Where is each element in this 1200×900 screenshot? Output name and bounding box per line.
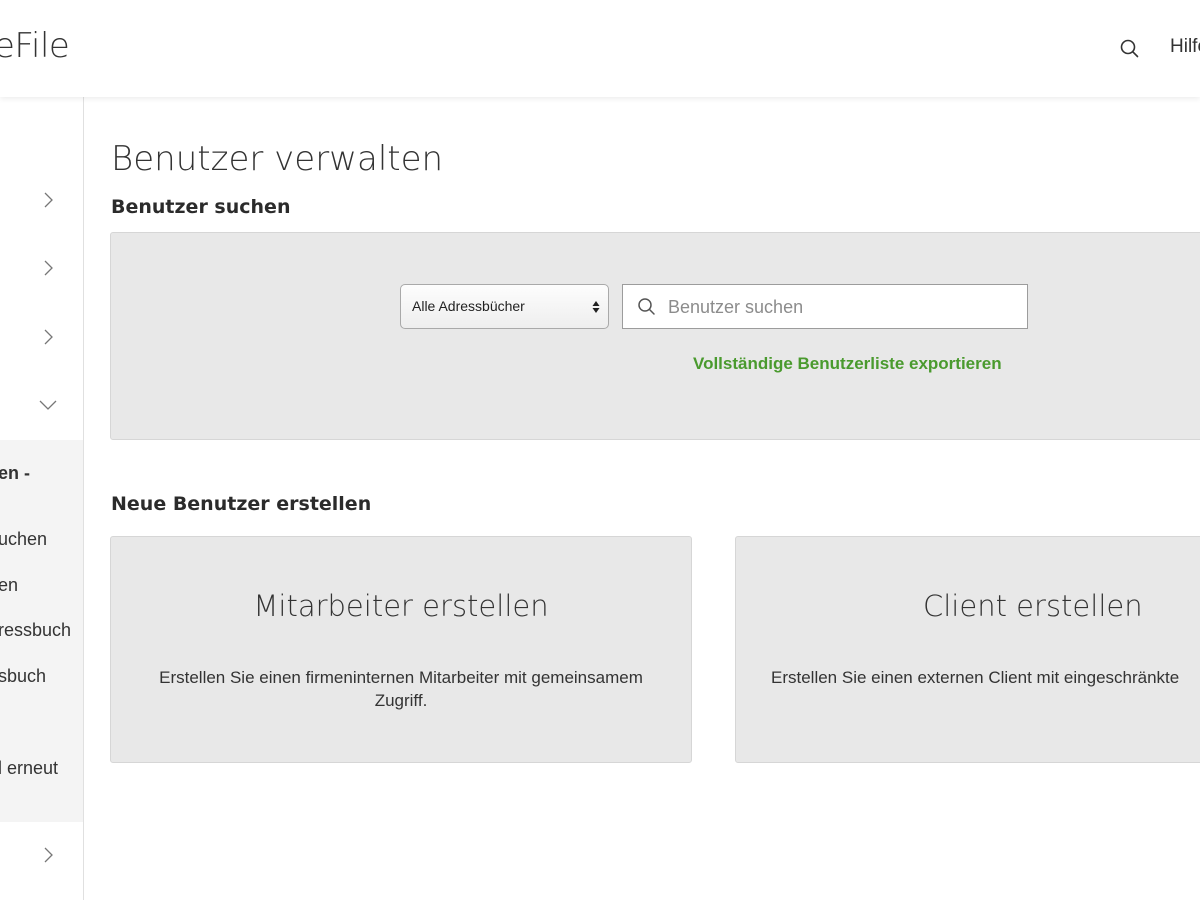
user-search-panel: Alle Adressbücher Benutzer suchen Vollst… — [110, 232, 1200, 440]
card-title: Client erstellen — [923, 589, 1143, 623]
sidebar-item[interactable]: uchen — [0, 529, 47, 550]
top-bar: eFile Hilfe — [0, 0, 1200, 97]
chevron-down-icon[interactable] — [38, 395, 58, 415]
app-logo[interactable]: eFile — [0, 26, 70, 66]
user-search-input[interactable]: Benutzer suchen — [622, 284, 1028, 329]
search-icon — [638, 298, 655, 315]
sidebar-item[interactable]: en — [0, 575, 18, 596]
card-description: Erstellen Sie einen firmeninternen Mitar… — [159, 668, 643, 710]
help-link[interactable]: Hilfe — [1170, 36, 1200, 58]
sidebar-expanded-panel: en - uchen en ressbuch sbuch l erneut — [0, 440, 83, 822]
chevron-right-icon[interactable] — [38, 327, 58, 347]
chevron-right-icon[interactable] — [38, 845, 58, 865]
search-section-heading: Benutzer suchen — [111, 196, 291, 218]
page-title: Benutzer verwalten — [111, 139, 444, 179]
sidebar-section-title: en - — [0, 463, 31, 483]
address-book-select[interactable]: Alle Adressbücher — [400, 284, 609, 329]
chevron-right-icon[interactable] — [38, 258, 58, 278]
main-content: Benutzer verwalten Benutzer suchen Alle … — [85, 97, 1200, 900]
search-icon[interactable] — [1119, 38, 1141, 60]
search-placeholder: Benutzer suchen — [668, 297, 804, 317]
create-section-heading: Neue Benutzer erstellen — [111, 493, 372, 515]
address-book-select-value: Alle Adressbücher — [412, 298, 525, 314]
create-employee-card[interactable]: Mitarbeiter erstellen Erstellen Sie eine… — [110, 536, 692, 763]
sidebar: en - uchen en ressbuch sbuch l erneut — [0, 97, 84, 900]
select-arrows-icon — [592, 301, 600, 313]
card-title: Mitarbeiter erstellen — [253, 589, 549, 623]
export-user-list-link[interactable]: Vollständige Benutzerliste exportieren — [693, 354, 1002, 374]
card-description: Erstellen Sie einen externen Client mit … — [771, 668, 1180, 687]
sidebar-item[interactable]: l erneut — [0, 758, 58, 779]
chevron-right-icon[interactable] — [38, 190, 58, 210]
create-client-card[interactable]: Client erstellen Erstellen Sie einen ext… — [735, 536, 1200, 763]
sidebar-item[interactable]: ressbuch — [0, 620, 71, 641]
sidebar-item[interactable]: sbuch — [0, 666, 46, 687]
